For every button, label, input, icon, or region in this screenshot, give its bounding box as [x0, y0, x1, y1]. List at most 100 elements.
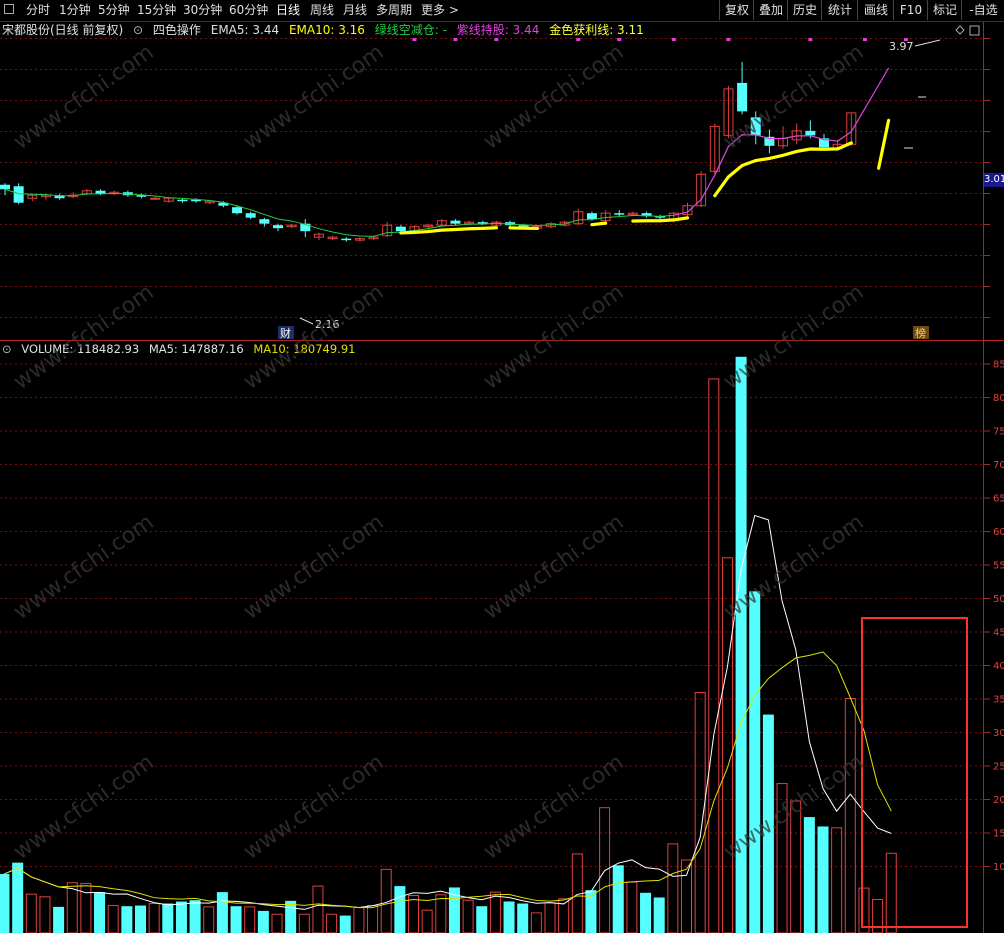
volume-bar [312, 885, 324, 933]
volume-axis-label: 25 [993, 762, 1004, 773]
volume-bar [681, 859, 692, 933]
volume-axis-label: 30 [993, 728, 1004, 739]
volume-bar [271, 913, 283, 933]
candle-body [614, 213, 625, 215]
volume-axis-label: 35 [993, 695, 1004, 706]
watermark: www.cfchi.com [9, 280, 158, 395]
volume-bar [230, 906, 242, 933]
volume-bar [0, 874, 10, 933]
volume-bar [53, 906, 65, 933]
highlight-box [861, 617, 968, 928]
watermark: www.cfchi.com [239, 280, 388, 395]
signal-dot [862, 38, 867, 41]
signal-dot [617, 38, 622, 41]
signal-dot [808, 38, 813, 41]
high-price-label: 3.97 [889, 40, 914, 53]
volume-axis-label: 50 [993, 594, 1004, 605]
volume-bar [653, 897, 665, 933]
volume-bar [803, 817, 815, 933]
volume-bar [817, 826, 829, 933]
candle-body [150, 197, 161, 200]
volume-bar [285, 900, 297, 933]
volume-axis-label: 55 [993, 561, 1004, 572]
kline-chart[interactable]: 858075706560555045403530252015103.972.16… [0, 0, 1004, 933]
volume-bar [503, 901, 515, 933]
watermark: www.cfchi.com [9, 510, 158, 625]
volume-bar [462, 899, 474, 933]
volume-bar [476, 906, 488, 933]
volume-bar [489, 891, 501, 933]
candle-body [450, 220, 461, 224]
volume-bar [175, 901, 187, 933]
watermark: www.cfchi.com [719, 280, 868, 395]
volume-bar [339, 915, 351, 933]
watermark: www.cfchi.com [239, 40, 388, 155]
volume-bar [831, 827, 843, 933]
signal-dot [576, 38, 581, 41]
volume-bar [203, 906, 215, 933]
candle-body [232, 207, 243, 214]
volume-bar [66, 882, 78, 933]
volume-bar [298, 913, 310, 933]
volume-bar [189, 900, 201, 933]
volume-bar [257, 910, 269, 933]
gold-profit-line [508, 226, 539, 231]
signal-dot [671, 38, 676, 41]
volume-bar [435, 894, 447, 933]
volume-bar [148, 903, 160, 933]
volume-bar [39, 896, 51, 933]
volume-bar [353, 907, 365, 933]
volume-axis-label: 60 [993, 527, 1004, 538]
volume-axis-label: 65 [993, 494, 1004, 505]
signal-dot [494, 38, 499, 41]
high-price-pointer [914, 39, 941, 47]
candle-body [259, 219, 270, 224]
diamond-icon [955, 25, 965, 35]
volume-bar [326, 913, 338, 933]
volume-bar [612, 865, 624, 933]
volume-bar [640, 892, 652, 933]
panel-expand-icon [969, 25, 980, 36]
volume-bar [844, 698, 856, 933]
volume-bar [25, 893, 37, 933]
candle-body [805, 130, 816, 136]
candle-body [586, 213, 597, 220]
candle-body [177, 199, 188, 202]
volume-bar [216, 892, 228, 933]
candle-body [0, 184, 10, 190]
volume-bar [421, 909, 433, 933]
volume-bar [749, 591, 761, 933]
watermark: www.cfchi.com [239, 510, 388, 625]
candle-body [245, 213, 256, 218]
volume-bar [530, 912, 542, 933]
volume-axis-label: 85 [993, 360, 1004, 371]
signal-dot [453, 38, 458, 41]
volume-bar [517, 903, 529, 933]
current-price-tag: 3.01 [984, 173, 1004, 187]
watermark: www.cfchi.com [479, 510, 628, 625]
volume-bar [626, 881, 638, 933]
volume-axis-label: 40 [993, 661, 1004, 672]
volume-axis-label: 80 [993, 393, 1004, 404]
volume-bar [367, 905, 379, 933]
candle-body [273, 225, 283, 229]
volume-axis-label: 75 [993, 427, 1004, 438]
cai-badge: 财 [280, 326, 291, 340]
volume-axis-label: 20 [993, 795, 1004, 806]
volume-bar [544, 902, 556, 933]
watermark: www.cfchi.com [479, 40, 628, 155]
volume-bar [12, 862, 24, 933]
candle-body [395, 226, 406, 232]
volume-bar [107, 905, 119, 933]
volume-bar [708, 378, 720, 933]
signal-dot [726, 38, 731, 41]
volume-bar [885, 852, 897, 933]
gold-profit-line [590, 221, 608, 227]
gold-profit-line [876, 118, 891, 170]
volume-bar [135, 905, 146, 933]
volume-axis-label: 70 [993, 460, 1004, 471]
watermark: www.cfchi.com [239, 750, 388, 865]
watermark: www.cfchi.com [479, 280, 628, 395]
volume-bar [394, 886, 406, 933]
bang-badge: 榜 [915, 326, 926, 340]
